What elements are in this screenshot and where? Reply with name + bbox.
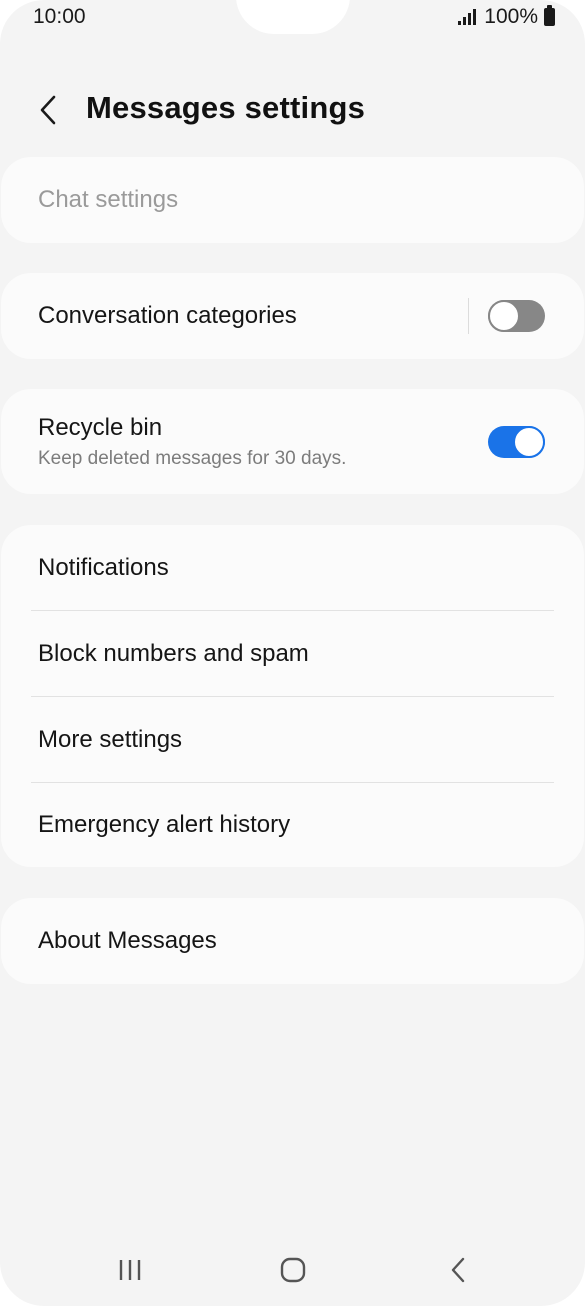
chat-settings-item[interactable]: Chat settings <box>1 157 584 243</box>
recycle-bin-item[interactable]: Recycle bin Keep deleted messages for 30… <box>1 389 584 494</box>
recycle-bin-toggle[interactable] <box>488 426 545 458</box>
recycle-bin-sublabel: Keep deleted messages for 30 days. <box>38 447 347 469</box>
about-messages-item[interactable]: About Messages <box>1 898 584 984</box>
conversation-categories-label: Conversation categories <box>38 302 297 329</box>
notifications-item[interactable]: Notifications <box>1 525 584 611</box>
emergency-alert-history-label: Emergency alert history <box>38 811 291 838</box>
phone-screen: 10:00 100% Messages settings Chat settin… <box>0 0 585 1306</box>
recycle-bin-label: Recycle bin <box>38 413 163 441</box>
navigation-bar <box>0 1232 585 1306</box>
recycle-bin-card: Recycle bin Keep deleted messages for 30… <box>1 389 584 494</box>
app-header: Messages settings <box>0 84 585 136</box>
status-bar: 10:00 100% <box>0 0 585 36</box>
chat-settings-card: Chat settings <box>1 157 584 243</box>
battery-percent: 100% <box>484 5 538 28</box>
back-nav-button[interactable] <box>428 1250 488 1290</box>
recent-apps-icon <box>119 1260 141 1280</box>
conversation-categories-card: Conversation categories <box>1 273 584 359</box>
about-card: About Messages <box>1 898 584 984</box>
divider-vertical <box>468 298 469 334</box>
toggle-knob <box>513 426 545 458</box>
status-right: 100% <box>458 5 555 29</box>
back-icon <box>451 1257 465 1283</box>
toggle-knob <box>488 300 520 332</box>
battery-icon <box>544 5 555 26</box>
settings-menu-card: Notifications Block numbers and spam Mor… <box>1 525 584 867</box>
chat-settings-label: Chat settings <box>38 186 179 213</box>
conversation-categories-item[interactable]: Conversation categories <box>1 273 584 359</box>
home-icon <box>280 1257 306 1283</box>
page-title: Messages settings <box>86 90 366 125</box>
home-button[interactable] <box>263 1250 323 1290</box>
emergency-alert-history-item[interactable]: Emergency alert history <box>1 783 584 867</box>
more-settings-item[interactable]: More settings <box>1 697 584 783</box>
conversation-categories-toggle[interactable] <box>488 300 545 332</box>
signal-icon <box>458 9 477 25</box>
notifications-label: Notifications <box>38 554 169 581</box>
recent-apps-button[interactable] <box>100 1250 160 1290</box>
back-button[interactable] <box>30 90 66 130</box>
more-settings-label: More settings <box>38 726 183 753</box>
block-numbers-item[interactable]: Block numbers and spam <box>1 611 584 697</box>
status-time: 10:00 <box>33 5 86 28</box>
block-numbers-label: Block numbers and spam <box>38 640 309 667</box>
about-messages-label: About Messages <box>38 927 217 954</box>
chevron-left-icon <box>40 95 56 125</box>
